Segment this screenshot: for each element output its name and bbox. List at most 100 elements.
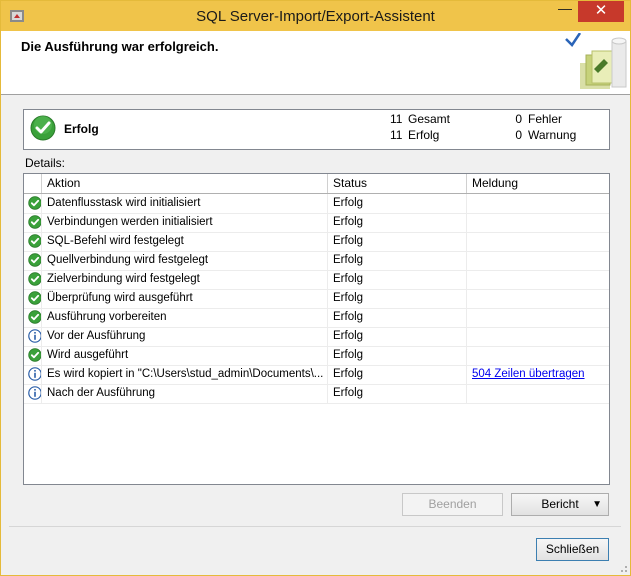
row-icon-cell [24, 232, 42, 251]
success-icon [28, 196, 41, 210]
row-status: Erfolg [328, 232, 467, 251]
transferred-rows-link[interactable]: 504 Zeilen übertragen [472, 368, 585, 380]
success-icon [28, 253, 41, 267]
row-action: Ausführung vorbereiten [42, 308, 328, 327]
close-button[interactable]: Schließen [536, 538, 609, 561]
wizard-header-graphic-icon [565, 33, 627, 89]
chevron-down-icon: ▼ [592, 499, 602, 510]
report-button[interactable]: Bericht ▼ [511, 493, 609, 516]
row-message [467, 346, 609, 365]
row-status: Erfolg [328, 270, 467, 289]
row-icon-cell [24, 365, 42, 384]
row-action: Vor der Ausführung [42, 327, 328, 346]
row-message [467, 194, 609, 213]
success-icon [28, 348, 41, 362]
table-row[interactable]: Wird ausgeführt Erfolg [24, 346, 609, 366]
table-row[interactable]: Ausführung vorbereiten Erfolg [24, 308, 609, 328]
warning-count: 0 [515, 128, 522, 142]
resize-grip-icon[interactable] [618, 563, 628, 573]
row-status: Erfolg [328, 213, 467, 232]
total-count: 11 [390, 112, 403, 126]
table-row[interactable]: Vor der Ausführung Erfolg [24, 327, 609, 347]
row-message [467, 270, 609, 289]
column-header-action[interactable]: Aktion [42, 174, 328, 193]
title-bar[interactable]: SQL Server-Import/Export-Assistent — ✕ [1, 1, 630, 31]
success-icon [28, 310, 41, 324]
row-action: Zielverbindung wird festgelegt [42, 270, 328, 289]
row-status: Erfolg [328, 251, 467, 270]
table-row[interactable]: Überprüfung wird ausgeführt Erfolg [24, 289, 609, 309]
success-count: 11 [390, 128, 403, 142]
row-icon-cell [24, 384, 42, 403]
close-window-button[interactable]: ✕ [578, 1, 624, 22]
row-message [467, 232, 609, 251]
row-status: Erfolg [328, 308, 467, 327]
row-action: Verbindungen werden initialisiert [42, 213, 328, 232]
row-status: Erfolg [328, 384, 467, 403]
column-header-message[interactable]: Meldung [467, 174, 609, 193]
row-message [467, 327, 609, 346]
summary-panel: Erfolg 11 Gesamt 11 Erfolg 0 Fehler 0 Wa… [23, 109, 610, 150]
success-icon [28, 291, 41, 305]
row-message [467, 289, 609, 308]
wizard-header: Die Ausführung war erfolgreich. [1, 31, 630, 95]
row-icon-cell [24, 289, 42, 308]
row-icon-cell [24, 308, 42, 327]
row-action: Nach der Ausführung [42, 384, 328, 403]
row-action: Es wird kopiert in "C:\Users\stud_admin\… [42, 365, 328, 384]
warning-label: Warnung [528, 128, 577, 142]
report-button-label: Bericht [541, 497, 579, 511]
page-title: Die Ausführung war erfolgreich. [21, 39, 219, 54]
table-row[interactable]: Nach der Ausführung Erfolg [24, 384, 609, 404]
success-icon [28, 215, 41, 229]
info-icon [28, 367, 41, 381]
error-label: Fehler [528, 112, 563, 126]
info-icon [28, 329, 41, 343]
row-icon-cell [24, 213, 42, 232]
header-icon-column [24, 174, 42, 193]
wizard-window: SQL Server-Import/Export-Assistent — ✕ D… [0, 0, 631, 576]
row-action: Wird ausgeführt [42, 346, 328, 365]
row-message: 504 Zeilen übertragen [467, 365, 609, 384]
row-icon-cell [24, 327, 42, 346]
row-message [467, 308, 609, 327]
row-action: SQL-Befehl wird festgelegt [42, 232, 328, 251]
row-icon-cell [24, 251, 42, 270]
row-action: Datenflusstask wird initialisiert [42, 194, 328, 213]
row-status: Erfolg [328, 327, 467, 346]
row-message [467, 384, 609, 403]
row-action: Quellverbindung wird festgelegt [42, 251, 328, 270]
row-status: Erfolg [328, 365, 467, 384]
row-action: Überprüfung wird ausgeführt [42, 289, 328, 308]
details-grid[interactable]: Aktion Status Meldung Datenflusstask wir… [23, 173, 610, 485]
success-icon [28, 234, 41, 248]
summary-status-label: Erfolg [64, 122, 99, 136]
column-header-status[interactable]: Status [328, 174, 467, 193]
total-label: Gesamt [408, 112, 451, 126]
window-title: SQL Server-Import/Export-Assistent [196, 8, 435, 25]
table-row[interactable]: Zielverbindung wird festgelegt Erfolg [24, 270, 609, 290]
row-icon-cell [24, 270, 42, 289]
success-label: Erfolg [408, 128, 440, 142]
row-status: Erfolg [328, 289, 467, 308]
table-row[interactable]: Verbindungen werden initialisiert Erfolg [24, 213, 609, 233]
table-row[interactable]: Es wird kopiert in "C:\Users\stud_admin\… [24, 365, 609, 385]
row-message [467, 213, 609, 232]
table-row[interactable]: Quellverbindung wird festgelegt Erfolg [24, 251, 609, 271]
error-count: 0 [515, 112, 522, 126]
row-status: Erfolg [328, 346, 467, 365]
grid-header: Aktion Status Meldung [24, 174, 609, 194]
table-row[interactable]: Datenflusstask wird initialisiert Erfolg [24, 194, 609, 214]
details-label: Details: [25, 156, 66, 170]
footer-separator [9, 526, 621, 527]
row-icon-cell [24, 194, 42, 213]
stop-button[interactable]: Beenden [402, 493, 503, 516]
row-status: Erfolg [328, 194, 467, 213]
row-message [467, 251, 609, 270]
info-icon [28, 386, 41, 400]
success-icon [28, 272, 41, 286]
minimize-button[interactable]: — [552, 1, 578, 22]
table-row[interactable]: SQL-Befehl wird festgelegt Erfolg [24, 232, 609, 252]
row-icon-cell [24, 346, 42, 365]
success-check-icon [30, 115, 56, 141]
